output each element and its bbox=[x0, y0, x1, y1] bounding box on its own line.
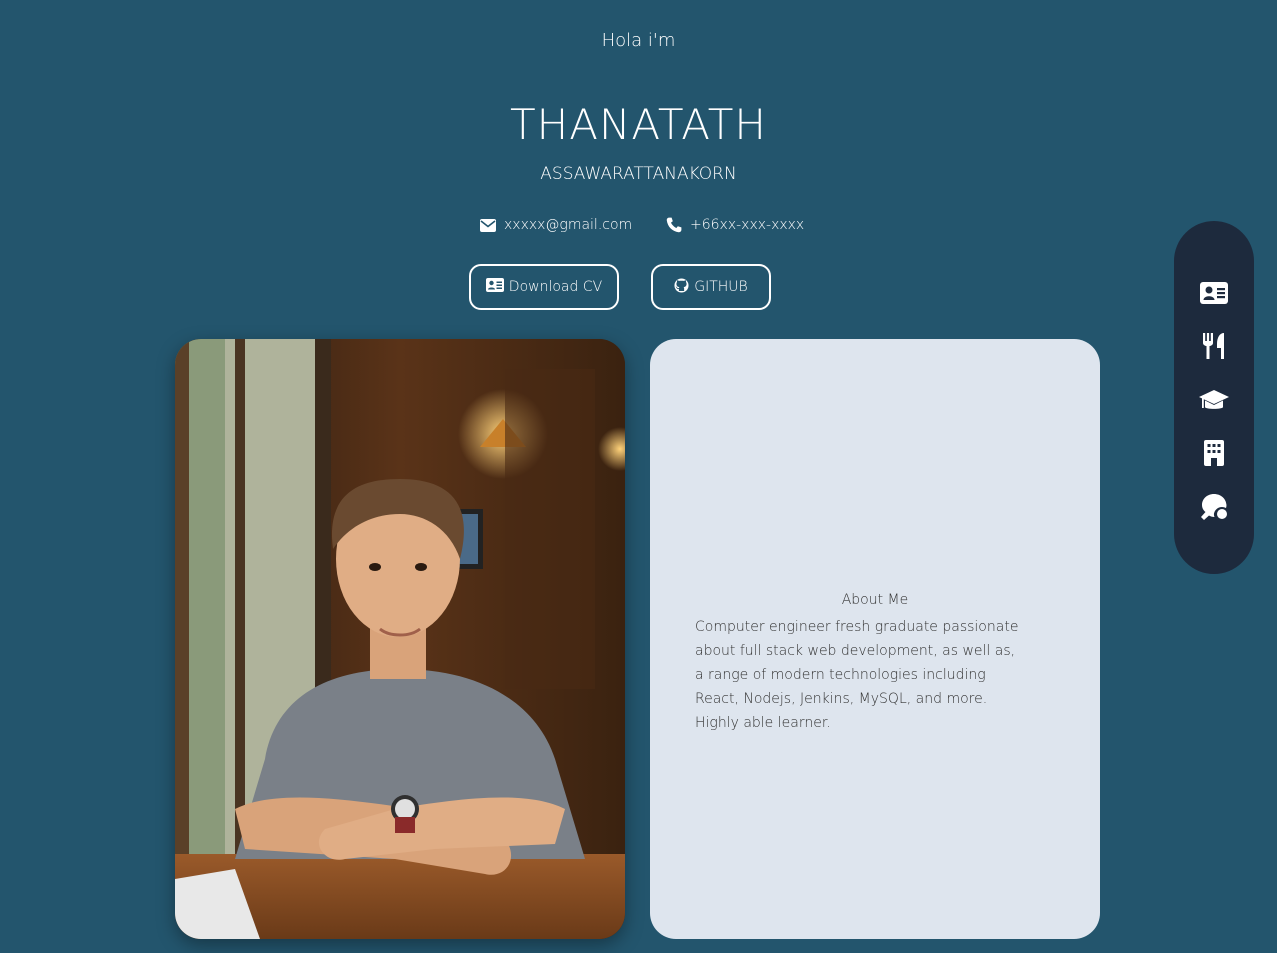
phone-icon bbox=[666, 217, 682, 233]
table-tennis-icon bbox=[1200, 493, 1228, 525]
github-icon bbox=[674, 277, 689, 297]
graduation-cap-icon bbox=[1198, 388, 1230, 416]
about-text: Computer engineer fresh graduate passion… bbox=[695, 619, 1019, 731]
nav-item-profile[interactable] bbox=[1198, 279, 1230, 311]
greeting-text: Hola i'm bbox=[601, 30, 676, 51]
side-nav bbox=[1174, 221, 1254, 574]
github-button[interactable]: GITHUB bbox=[651, 264, 771, 310]
building-icon bbox=[1204, 440, 1224, 470]
email-contact[interactable]: xxxxx@gmail.com bbox=[480, 217, 632, 233]
phone-contact[interactable]: +66xx-xxx-xxxx bbox=[666, 217, 804, 233]
nav-item-interests[interactable] bbox=[1198, 332, 1230, 364]
id-card-icon bbox=[1200, 282, 1228, 308]
github-label: GITHUB bbox=[694, 279, 748, 295]
last-name-heading: ASSAWARATTANAKORN bbox=[540, 164, 737, 184]
download-cv-label: Download CV bbox=[508, 279, 603, 295]
envelope-icon bbox=[480, 218, 496, 232]
phone-text: +66xx-xxx-xxxx bbox=[690, 217, 805, 233]
first-name-heading: THANATATH bbox=[510, 100, 767, 149]
id-card-icon bbox=[485, 278, 504, 296]
about-title: About Me bbox=[841, 592, 909, 608]
email-text: xxxxx@gmail.com bbox=[504, 217, 633, 233]
nav-item-education[interactable] bbox=[1198, 386, 1230, 418]
about-card: About Me Computer engineer fresh graduat… bbox=[650, 339, 1100, 939]
nav-item-hobbies[interactable] bbox=[1198, 493, 1230, 525]
download-cv-button[interactable]: Download CV bbox=[469, 264, 619, 310]
utensils-icon bbox=[1202, 333, 1226, 363]
profile-photo bbox=[175, 339, 625, 939]
nav-item-experience[interactable] bbox=[1198, 439, 1230, 471]
